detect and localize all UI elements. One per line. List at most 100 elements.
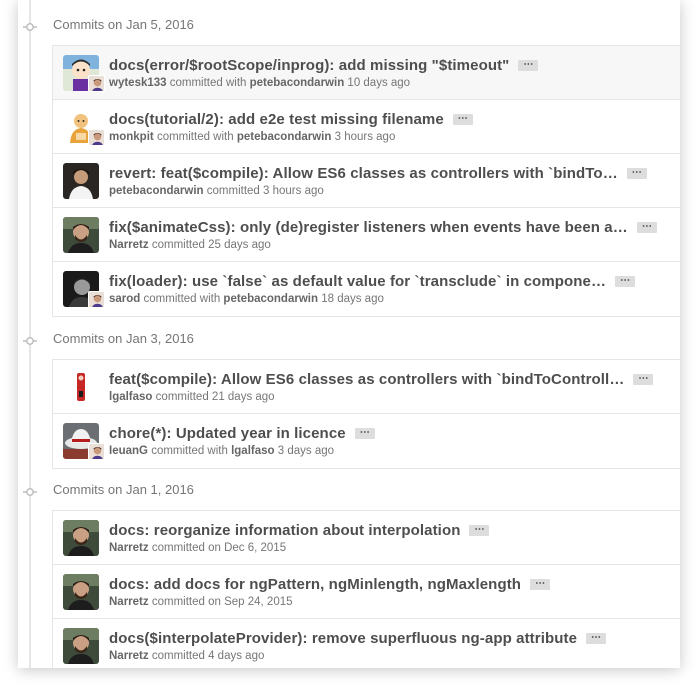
committer-avatar[interactable] <box>88 291 105 308</box>
commit-row[interactable]: docs: add docs for ngPattern, ngMinlengt… <box>53 565 680 619</box>
commit-meta: Narretz committed on Dec 6, 2015 <box>109 542 286 554</box>
commit-group-title: Commits on Jan 5, 2016 <box>53 17 194 32</box>
expand-description-button[interactable]: ⋯ <box>626 167 647 179</box>
coauthor-link[interactable]: petebacondarwin <box>250 77 345 89</box>
expand-description-button[interactable]: ⋯ <box>452 113 473 125</box>
commit-list: docs: reorganize information about inter… <box>52 510 680 668</box>
commit-row[interactable]: docs($interpolateProvider): remove super… <box>53 619 680 668</box>
author-link[interactable]: lgalfaso <box>109 391 152 403</box>
commit-title-line: fix(loader): use `false` as default valu… <box>109 271 674 291</box>
commit-row[interactable]: docs(error/$rootScope/inprog): add missi… <box>53 46 680 100</box>
author-link[interactable]: sarod <box>109 293 140 305</box>
commit-verb: committed <box>151 239 205 251</box>
expand-description-button[interactable]: ⋯ <box>615 275 636 287</box>
commit-row[interactable]: fix(loader): use `false` as default valu… <box>53 262 680 316</box>
commit-title-line: docs: reorganize information about inter… <box>109 520 674 540</box>
commit-time: 3 days ago <box>277 445 335 457</box>
commit-time: 25 days ago <box>208 239 271 251</box>
commit-meta: petebacondarwin committed 3 hours ago <box>109 185 324 197</box>
commit-row[interactable]: docs: reorganize information about inter… <box>53 511 680 565</box>
committer-avatar[interactable] <box>88 75 105 92</box>
commit-verb: committed <box>155 391 209 403</box>
commit-message-link[interactable]: docs($interpolateProvider): remove super… <box>109 630 577 647</box>
commit-title-line: docs: add docs for ngPattern, ngMinlengt… <box>109 574 674 594</box>
author-avatar[interactable] <box>63 163 99 199</box>
commit-verb: committed with <box>169 77 247 89</box>
author-avatar[interactable] <box>63 217 99 253</box>
commit-group-title: Commits on Jan 3, 2016 <box>53 331 194 346</box>
expand-description-button[interactable]: ⋯ <box>633 373 654 385</box>
commit-list: docs(error/$rootScope/inprog): add missi… <box>52 45 680 317</box>
commit-time: Sep 24, 2015 <box>224 596 293 608</box>
commit-title-line: docs($interpolateProvider): remove super… <box>109 628 674 648</box>
coauthor-link[interactable]: petebacondarwin <box>237 131 332 143</box>
expand-description-button[interactable]: ⋯ <box>469 524 490 536</box>
commit-time: 18 days ago <box>321 293 384 305</box>
coauthor-link[interactable]: lgalfaso <box>231 445 274 457</box>
author-link[interactable]: IeuanG <box>109 445 148 457</box>
author-link[interactable]: Narretz <box>109 596 149 608</box>
commit-meta: Narretz committed 25 days ago <box>109 239 271 251</box>
author-avatar[interactable] <box>63 369 99 405</box>
coauthor-link[interactable]: petebacondarwin <box>223 293 318 305</box>
commit-row[interactable]: feat($compile): Allow ES6 classes as con… <box>53 360 680 414</box>
commit-group-header: Commits on Jan 1, 2016 <box>18 481 680 501</box>
commit-time: 3 hours ago <box>334 131 396 143</box>
expand-description-button[interactable]: ⋯ <box>530 578 551 590</box>
commit-verb: committed <box>151 650 205 662</box>
commit-group-header: Commits on Jan 3, 2016 <box>18 330 680 350</box>
author-avatar[interactable] <box>63 574 99 610</box>
commit-message-link[interactable]: chore(*): Updated year in licence <box>109 425 346 442</box>
commit-meta: lgalfaso committed 21 days ago <box>109 391 275 403</box>
commit-row[interactable]: fix($animateCss): only (de)register list… <box>53 208 680 262</box>
author-link[interactable]: wytesk133 <box>109 77 167 89</box>
commit-meta: monkpit committed with petebacondarwin 3… <box>109 131 395 143</box>
commit-verb: committed <box>206 185 260 197</box>
commit-message-link[interactable]: revert: feat($compile): Allow ES6 classe… <box>109 165 618 182</box>
commit-row[interactable]: docs(tutorial/2): add e2e test missing f… <box>53 100 680 154</box>
commit-verb: committed on <box>151 542 221 554</box>
commit-meta: Narretz committed 4 days ago <box>109 650 264 662</box>
commit-group-title: Commits on Jan 1, 2016 <box>53 482 194 497</box>
commit-list: feat($compile): Allow ES6 classes as con… <box>52 359 680 469</box>
committer-avatar[interactable] <box>88 129 105 146</box>
commit-message-link[interactable]: docs(tutorial/2): add e2e test missing f… <box>109 111 444 128</box>
committer-avatar[interactable] <box>88 443 105 460</box>
commit-time: 4 days ago <box>208 650 265 662</box>
expand-description-button[interactable]: ⋯ <box>636 221 657 233</box>
commit-message-link[interactable]: docs: add docs for ngPattern, ngMinlengt… <box>109 576 521 593</box>
commit-group-header: Commits on Jan 5, 2016 <box>18 16 680 36</box>
commit-verb: committed with <box>151 445 228 457</box>
expand-description-button[interactable]: ⋯ <box>586 632 607 644</box>
commit-row[interactable]: revert: feat($compile): Allow ES6 classe… <box>53 154 680 208</box>
commit-message-link[interactable]: fix(loader): use `false` as default valu… <box>109 273 606 290</box>
commit-node-icon <box>23 485 37 499</box>
author-link[interactable]: petebacondarwin <box>109 185 204 197</box>
commit-time: 3 hours ago <box>263 185 324 197</box>
author-link[interactable]: Narretz <box>109 650 149 662</box>
author-link[interactable]: Narretz <box>109 239 149 251</box>
commit-message-link[interactable]: fix($animateCss): only (de)register list… <box>109 219 628 236</box>
commit-row[interactable]: chore(*): Updated year in licence ⋯ IeuanG… <box>53 414 680 468</box>
author-link[interactable]: Narretz <box>109 542 149 554</box>
commit-node-icon <box>23 20 37 34</box>
commit-title-line: revert: feat($compile): Allow ES6 classe… <box>109 163 674 183</box>
commit-meta: IeuanG committed with lgalfaso 3 days ag… <box>109 445 334 457</box>
commit-title-line: feat($compile): Allow ES6 classes as con… <box>109 369 674 389</box>
author-avatar[interactable] <box>63 520 99 556</box>
commit-message-link[interactable]: docs: reorganize information about inter… <box>109 522 460 539</box>
commit-message-link[interactable]: docs(error/$rootScope/inprog): add missi… <box>109 57 509 74</box>
commit-message-link[interactable]: feat($compile): Allow ES6 classes as con… <box>109 371 624 388</box>
commit-title-line: chore(*): Updated year in licence ⋯ <box>109 423 674 443</box>
commit-time: 21 days ago <box>211 391 275 403</box>
author-avatar[interactable] <box>63 628 99 664</box>
commit-verb: committed on <box>151 596 221 608</box>
commit-meta: sarod committed with petebacondarwin 18 … <box>109 293 384 305</box>
commit-meta: Narretz committed on Sep 24, 2015 <box>109 596 293 608</box>
commit-meta: wytesk133 committed with petebacondarwin… <box>109 77 410 89</box>
author-link[interactable]: monkpit <box>109 131 154 143</box>
commit-verb: committed with <box>143 293 221 305</box>
expand-description-button[interactable]: ⋯ <box>518 59 539 71</box>
expand-description-button[interactable]: ⋯ <box>354 427 375 439</box>
commit-verb: committed with <box>156 131 234 143</box>
